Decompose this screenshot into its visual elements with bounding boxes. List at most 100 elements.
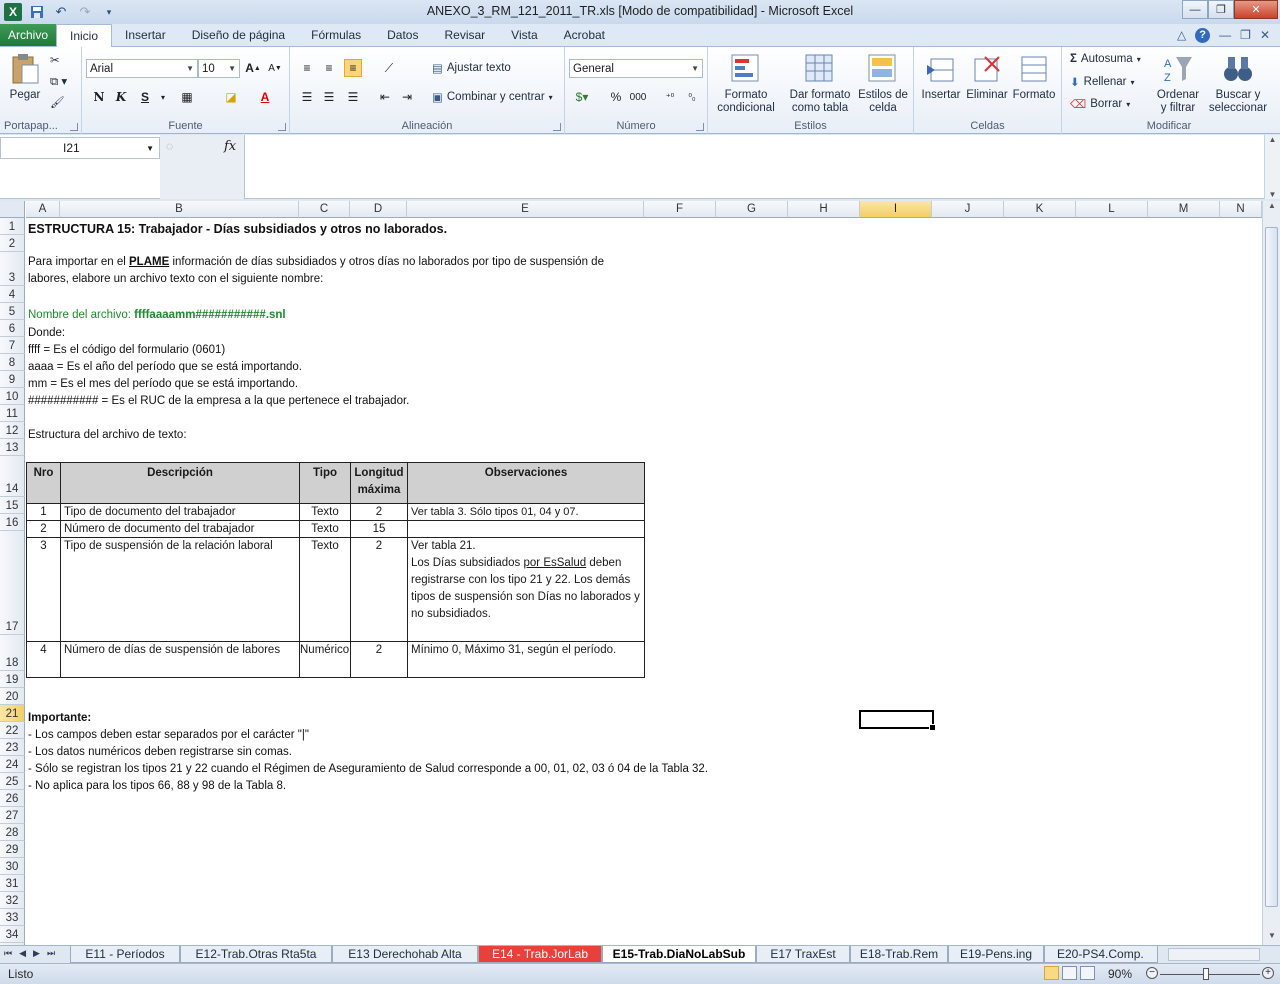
zoom-level[interactable]: 90% [1108,967,1132,981]
font-launcher[interactable] [278,123,286,131]
redo-icon[interactable]: ↷ [76,3,94,21]
tab-datos[interactable]: Datos [374,24,431,46]
row-header-23[interactable]: 23 [0,739,25,756]
sheet-tab-e17[interactable]: E17 TraxEst [756,946,850,963]
zoom-knob[interactable] [1203,968,1209,980]
excel-logo-icon[interactable]: X [4,3,22,21]
row-header-26[interactable]: 26 [0,790,25,807]
restore-button[interactable]: ❐ [1208,0,1234,19]
align-middle-icon[interactable]: ≡ [320,59,338,77]
row-header-14[interactable]: 14 [0,456,25,497]
font-name-combo[interactable]: Arial ▼ [86,59,198,78]
row-header-30[interactable]: 30 [0,858,25,875]
zoom-slider[interactable]: − + [1146,967,1274,981]
first-sheet-icon[interactable]: ⏮ [4,948,12,959]
column-header-m[interactable]: M [1148,201,1220,218]
percent-button[interactable]: % [607,88,625,106]
scroll-thumb[interactable] [1265,227,1278,907]
font-color-icon[interactable]: A [256,88,274,106]
next-sheet-icon[interactable]: ▶ [33,948,40,959]
insert-cells-button[interactable]: Insertar [918,53,964,102]
workbook-minimize-icon[interactable]: — [1219,28,1231,42]
grow-font-icon[interactable]: A ▲ [244,59,262,77]
name-box[interactable]: I21 ▼ [0,137,160,159]
sheet-tab-e14[interactable]: E14 - Trab.JorLab [478,946,602,963]
align-top-icon[interactable]: ≡ [298,59,316,77]
column-header-d[interactable]: D [350,201,407,218]
borders-icon[interactable]: ▦ [178,88,196,106]
zoom-in-icon[interactable]: + [1262,967,1274,979]
row-header-4[interactable]: 4 [0,286,25,303]
row-header-27[interactable]: 27 [0,807,25,824]
autosum-button[interactable]: Σ Autosuma ▾ [1070,53,1141,65]
page-layout-view-icon[interactable] [1062,966,1077,980]
customize-qat-icon[interactable]: ▾ [100,3,118,21]
row-header-16[interactable]: 16 [0,514,25,531]
row-header-1[interactable]: 1 [0,218,25,235]
row-header-15[interactable]: 15 [0,497,25,514]
underline-button[interactable]: S [136,88,154,106]
row-header-7[interactable]: 7 [0,337,25,354]
cell-styles-button[interactable]: Estilos de celda [854,53,912,115]
row-header-21[interactable]: 21 [0,705,25,722]
align-left-icon[interactable]: ☰ [298,88,316,106]
clear-button[interactable]: ⌫ Borrar ▾ [1070,97,1130,111]
fill-color-icon[interactable]: ◪ [222,88,240,106]
row-header-24[interactable]: 24 [0,756,25,773]
prev-sheet-icon[interactable]: ◀ [19,948,26,959]
format-as-table-button[interactable]: Dar formato como tabla [784,53,856,115]
row-header-33[interactable]: 33 [0,909,25,926]
row-header-22[interactable]: 22 [0,722,25,739]
select-all-corner[interactable] [0,201,25,218]
row-header-10[interactable]: 10 [0,388,25,405]
align-bottom-icon[interactable]: ≡ [344,59,362,77]
column-header-i[interactable]: I [860,201,932,218]
row-header-11[interactable]: 11 [0,405,25,422]
column-header-l[interactable]: L [1076,201,1148,218]
copy-icon[interactable]: ⧉ ▾ [50,74,67,89]
increase-indent-icon[interactable]: ⇥ [398,88,416,106]
chevron-down-icon[interactable]: ▾ [154,88,172,106]
tab-vista[interactable]: Vista [498,24,550,46]
vertical-scrollbar[interactable]: ▲ ▼ [1262,201,1280,945]
sheet-tab-e11[interactable]: E11 - Períodos [70,946,180,963]
row-header-32[interactable]: 32 [0,892,25,909]
row-header-25[interactable]: 25 [0,773,25,790]
shrink-font-icon[interactable]: A ▼ [266,59,284,77]
save-icon[interactable] [28,3,46,21]
row-header-8[interactable]: 8 [0,354,25,371]
row-header-6[interactable]: 6 [0,320,25,337]
tab-archivo[interactable]: Archivo [0,24,56,46]
tab-formulas[interactable]: Fórmulas [298,24,374,46]
sheet-tab-e20[interactable]: E20-PS4.Comp. [1044,946,1158,963]
expand-handle-icon[interactable]: ◌ [166,139,173,153]
minimize-ribbon-icon[interactable]: △ [1177,28,1186,42]
sheet-tab-e12[interactable]: E12-Trab.Otras Rta5ta [180,946,332,963]
thousands-button[interactable]: 000 [629,88,647,106]
tab-insertar[interactable]: Insertar [112,24,179,46]
sheet-tab-e19[interactable]: E19-Pens.ing [948,946,1044,963]
tab-diseno-pagina[interactable]: Diseño de página [179,24,298,46]
worksheet-grid[interactable]: ESTRUCTURA 15: Trabajador - Días subsidi… [0,201,1262,945]
align-center-icon[interactable]: ☰ [320,88,338,106]
column-header-c[interactable]: C [299,201,350,218]
help-icon[interactable]: ? [1195,27,1211,43]
row-header-12[interactable]: 12 [0,422,25,439]
merge-center-button[interactable]: ▣ Combinar y centrar ▾ [432,90,553,104]
format-cells-button[interactable]: Formato [1010,53,1058,102]
normal-view-icon[interactable] [1044,966,1059,980]
horizontal-scrollbar[interactable] [1168,948,1260,961]
decrease-indent-icon[interactable]: ⇤ [376,88,394,106]
column-header-f[interactable]: F [644,201,716,218]
delete-cells-button[interactable]: Eliminar [964,53,1010,102]
alignment-launcher[interactable] [553,123,561,131]
italic-button[interactable]: K [112,88,130,106]
tab-revisar[interactable]: Revisar [431,24,498,46]
row-header-20[interactable]: 20 [0,688,25,705]
row-header-29[interactable]: 29 [0,841,25,858]
sheet-tab-e18[interactable]: E18-Trab.Rem [850,946,948,963]
page-break-view-icon[interactable] [1080,966,1095,980]
align-right-icon[interactable]: ☰ [344,88,362,106]
row-header-3[interactable]: 3 [0,252,25,286]
decrease-decimal-icon[interactable]: ⁰₀ [683,88,701,106]
